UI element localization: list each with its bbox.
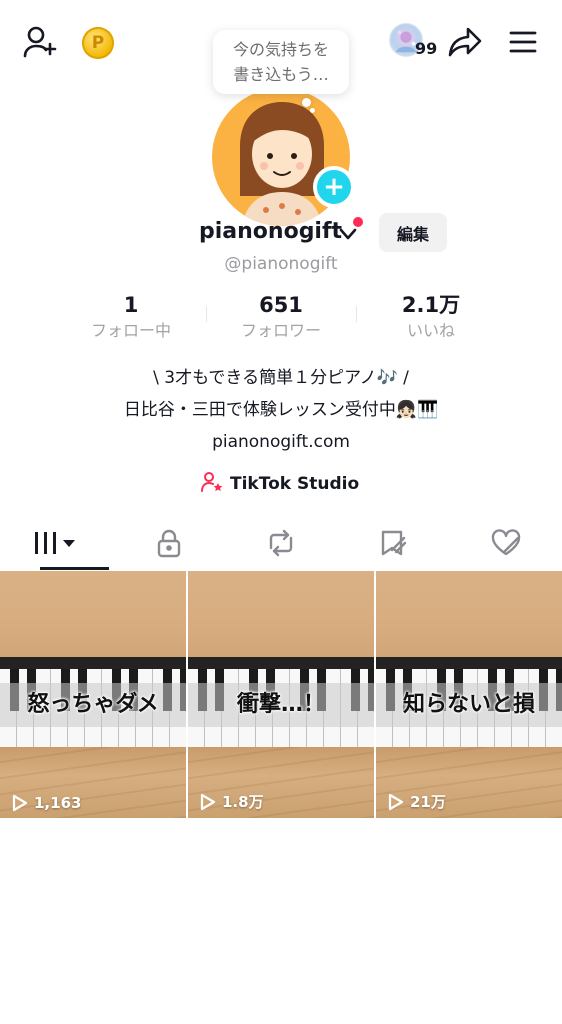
view-count-value: 1.8万 <box>222 793 264 811</box>
stat-followers[interactable]: 651 フォロワー <box>206 290 356 346</box>
lock-icon <box>155 528 183 562</box>
name-row: pianonogift 編集 <box>0 213 562 253</box>
video-caption: 衝撃…！ <box>236 692 325 717</box>
view-count: 1.8万 <box>198 791 264 812</box>
stats-row: 1 フォロー中 651 フォロワー 2.1万 いいね <box>56 290 506 346</box>
chevron-down-icon[interactable] <box>338 224 358 244</box>
edit-profile-button[interactable]: 編集 <box>379 213 447 252</box>
studio-label: TikTok Studio <box>230 474 360 494</box>
add-story-button[interactable]: + <box>313 166 355 208</box>
stat-divider <box>206 306 207 322</box>
video-thumbnail[interactable]: 怒っちゃダメ 1,163 <box>0 571 186 818</box>
user-handle: @pianonogift <box>224 254 338 274</box>
thumbnail-background <box>376 571 562 663</box>
stat-value: 2.1万 <box>401 293 461 317</box>
video-caption: 怒っちゃダメ <box>27 692 159 717</box>
bio: \ 3才もできる簡単１分ピアノ🎶 / 日比谷・三田で体験レッスン受付中👧🏻🎹 p… <box>0 362 562 458</box>
menu-icon[interactable] <box>503 22 543 62</box>
stat-label: フォロー中 <box>90 321 171 340</box>
bubble-tail <box>310 108 315 113</box>
video-grid: 怒っちゃダメ 1,163 衝撃…！ 1.8万 知らないと損 21万 <box>0 571 562 818</box>
tab-liked[interactable] <box>450 520 562 570</box>
stat-likes[interactable]: 2.1万 いいね <box>356 290 506 346</box>
coin-icon[interactable]: P <box>82 27 114 59</box>
add-friend-icon[interactable] <box>20 22 60 62</box>
thumbnail-background <box>0 571 186 663</box>
view-count: 21万 <box>386 791 446 812</box>
stat-label: フォロワー <box>240 321 321 340</box>
stat-following[interactable]: 1 フォロー中 <box>56 290 206 346</box>
heart-icon <box>490 528 522 562</box>
username[interactable]: pianonogift <box>199 219 342 244</box>
bubble-tail <box>302 98 311 107</box>
video-thumbnail[interactable]: 知らないと損 21万 <box>376 571 562 818</box>
tab-private[interactable] <box>112 520 224 570</box>
bookmark-icon <box>378 528 408 562</box>
note-bubble[interactable]: 今の気持ちを 書き込もう… <box>213 30 349 94</box>
story-count: 99 <box>415 39 438 58</box>
thumbnail-background <box>188 571 374 663</box>
active-tab-indicator <box>40 567 109 570</box>
play-icon <box>388 793 404 810</box>
bubble-line-1: 今の気持ちを <box>232 40 329 59</box>
play-icon <box>12 794 28 812</box>
bio-line-2: 日比谷・三田で体験レッスン受付中👧🏻🎹 <box>123 400 439 420</box>
bubble-line-2: 書き込もう… <box>233 65 329 84</box>
bio-line-1: \ 3才もできる簡単１分ピアノ🎶 / <box>153 368 409 388</box>
stat-label: いいね <box>406 321 455 340</box>
stat-value: 1 <box>123 293 139 317</box>
notification-dot <box>353 217 363 227</box>
tab-favorites[interactable] <box>337 520 449 570</box>
studio-person-icon <box>200 471 224 497</box>
profile-avatar[interactable]: + <box>212 88 355 226</box>
stat-value: 651 <box>259 293 303 317</box>
video-thumbnail[interactable]: 衝撃…！ 1.8万 <box>188 571 374 818</box>
play-icon <box>200 793 216 810</box>
repost-icon <box>265 528 297 562</box>
grid-lines-icon <box>33 529 79 561</box>
tab-videos[interactable] <box>0 520 112 570</box>
view-count-value: 21万 <box>410 793 446 811</box>
video-caption: 知らないと損 <box>402 692 535 717</box>
share-icon[interactable] <box>445 22 485 62</box>
stat-divider <box>356 306 357 322</box>
view-count-value: 1,163 <box>34 794 82 812</box>
tiktok-studio-link[interactable]: TikTok Studio <box>200 470 359 498</box>
view-count: 1,163 <box>10 794 81 812</box>
tab-reposts[interactable] <box>225 520 337 570</box>
content-tabs <box>0 520 562 570</box>
bio-link[interactable]: pianonogift.com <box>0 426 562 458</box>
